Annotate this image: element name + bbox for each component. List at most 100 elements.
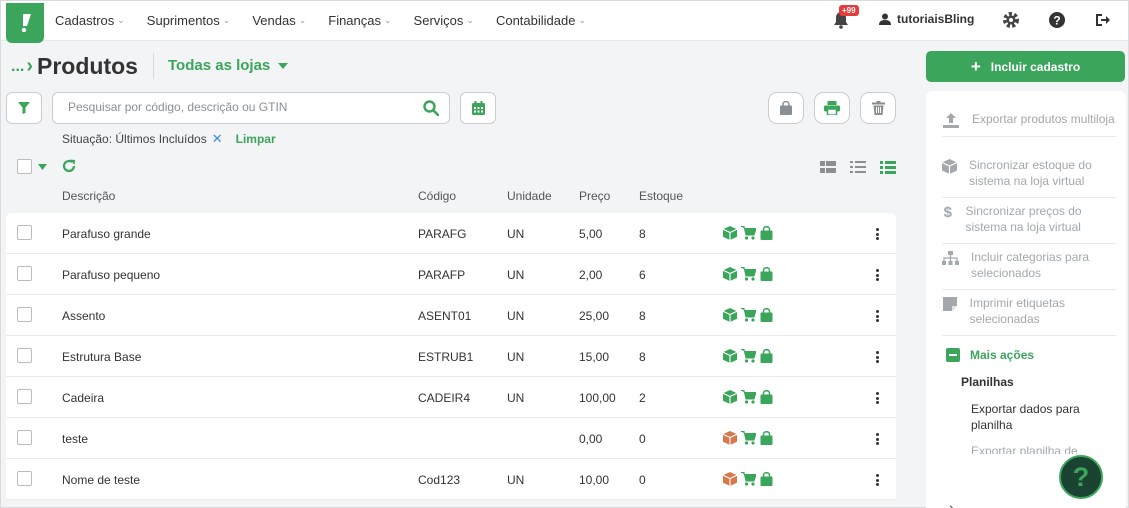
cell-descricao[interactable]: Cadeira xyxy=(62,391,104,405)
menu-cadastros[interactable]: Cadastros ⌄ xyxy=(55,13,125,28)
table-row[interactable]: Cadeira CADEIR4 UN 100,00 2 xyxy=(6,377,896,418)
column-header-descricao[interactable]: Descrição xyxy=(62,189,115,203)
clear-filters-link[interactable]: Limpar xyxy=(236,132,276,146)
action-export-multistore[interactable]: Exportar produtos multiloja xyxy=(942,111,1116,137)
table-row[interactable]: Nome de teste Cod123 UN 10,00 0 xyxy=(6,459,896,500)
cell-descricao[interactable]: Nome de teste xyxy=(62,473,140,487)
action-sync-prices[interactable]: $ Sincronizar preços do sistema na loja … xyxy=(942,203,1116,244)
store-filter-dropdown[interactable]: Todas as lojas xyxy=(168,57,289,74)
more-actions-toggle[interactable]: Mais ações xyxy=(946,348,1034,362)
trash-icon xyxy=(871,101,885,115)
row-checkbox[interactable] xyxy=(17,266,32,281)
menu-label: Contabilidade xyxy=(495,12,576,28)
search-icon[interactable] xyxy=(423,100,439,116)
help-chat-button[interactable]: ? xyxy=(1059,455,1103,499)
row-menu-icon[interactable] xyxy=(872,431,882,447)
shopping-cart-icon xyxy=(741,226,756,240)
search-input[interactable] xyxy=(68,100,408,114)
row-menu-icon[interactable] xyxy=(872,308,882,324)
action-label: Imprimir etiquetas selecionadas xyxy=(969,296,1065,326)
store-filter-label: Todas as lojas xyxy=(168,57,271,74)
action-label: Sincronizar preços do sistema na loja vi… xyxy=(965,204,1082,234)
grid-view-icon[interactable] xyxy=(820,161,836,174)
row-checkbox[interactable] xyxy=(17,307,32,322)
action-print-labels[interactable]: Imprimir etiquetas selecionadas xyxy=(942,295,1116,336)
row-status-icons xyxy=(723,349,773,363)
cell-descricao[interactable]: Estrutura Base xyxy=(62,350,141,364)
column-header-preco[interactable]: Preço xyxy=(579,189,610,203)
print-button[interactable] xyxy=(814,92,850,124)
search-field[interactable] xyxy=(52,92,450,124)
column-header-estoque[interactable]: Estoque xyxy=(639,189,683,203)
shopping-bag-icon xyxy=(760,308,773,322)
export-spreadsheet-2-link[interactable]: Exportar planilha de xyxy=(971,443,1101,454)
table-row[interactable]: Estrutura Base ESTRUB1 UN 15,00 8 xyxy=(6,336,896,377)
spreadsheets-heading: Planilhas xyxy=(961,375,1014,389)
action-include-categories[interactable]: Incluir categorias para selecionados xyxy=(942,249,1116,290)
detailed-list-view-icon[interactable] xyxy=(880,161,896,174)
table-row[interactable]: Parafuso pequeno PARAFP UN 2,00 6 xyxy=(6,254,896,295)
row-menu-icon[interactable] xyxy=(872,472,882,488)
refresh-icon[interactable] xyxy=(62,159,76,173)
chevron-right-icon[interactable]: › xyxy=(949,499,954,508)
action-sync-stock[interactable]: Sincronizar estoque do sistema na loja v… xyxy=(942,157,1116,198)
gear-icon[interactable] xyxy=(1002,11,1020,29)
export-spreadsheet-link[interactable]: Exportar dados para planilha xyxy=(971,401,1101,433)
caret-down-icon[interactable] xyxy=(38,164,47,170)
menu-financas[interactable]: Finanças ⌄ xyxy=(328,13,391,28)
cell-codigo: ASENT01 xyxy=(418,309,472,323)
chevron-down-icon: ⌄ xyxy=(466,14,474,25)
row-menu-icon[interactable] xyxy=(872,226,882,242)
add-product-label: Incluir cadastro xyxy=(990,59,1081,74)
table-row[interactable]: Assento ASENT01 UN 25,00 8 xyxy=(6,295,896,336)
filter-button[interactable] xyxy=(6,92,42,124)
bling-logo[interactable] xyxy=(6,3,44,43)
row-checkbox[interactable] xyxy=(17,225,32,240)
row-status-icons xyxy=(723,308,773,322)
cell-descricao[interactable]: teste xyxy=(62,432,88,446)
stock-box-icon xyxy=(723,390,737,404)
plus-icon: + xyxy=(970,56,981,76)
select-all-checkbox[interactable] xyxy=(17,159,32,174)
cell-codigo: ESTRUB1 xyxy=(418,350,474,364)
menu-label: Finanças xyxy=(328,12,381,28)
remove-filter-icon[interactable]: ✕ xyxy=(212,131,223,147)
row-status-icons xyxy=(723,226,773,240)
row-menu-icon[interactable] xyxy=(872,390,882,406)
cell-descricao[interactable]: Parafuso grande xyxy=(62,227,151,241)
list-view-icon[interactable] xyxy=(850,161,866,174)
row-status-icons xyxy=(723,472,773,486)
delete-button[interactable] xyxy=(860,92,896,124)
column-header-unidade[interactable]: Unidade xyxy=(507,189,552,203)
stock-box-icon xyxy=(723,267,737,281)
user-menu[interactable]: tutoriaisBling xyxy=(879,12,974,26)
caret-down-icon xyxy=(278,62,289,69)
active-filter: Situação: Últimos Incluídos ✕ Limpar xyxy=(62,131,276,147)
table-row[interactable]: Parafuso grande PARAFG UN 5,00 8 xyxy=(6,213,896,254)
menu-suprimentos[interactable]: Suprimentos ⌄ xyxy=(147,13,231,28)
date-filter-button[interactable] xyxy=(460,92,496,124)
row-checkbox[interactable] xyxy=(17,389,32,404)
row-menu-icon[interactable] xyxy=(872,349,882,365)
logout-icon[interactable] xyxy=(1094,11,1112,29)
bag-button[interactable] xyxy=(768,92,804,124)
row-checkbox[interactable] xyxy=(17,430,32,445)
help-circle-icon[interactable]: ? xyxy=(1048,11,1066,29)
action-label: Sincronizar estoque do sistema na loja v… xyxy=(969,158,1092,188)
menu-contabilidade[interactable]: Contabilidade ⌄ xyxy=(496,13,586,28)
cell-estoque: 8 xyxy=(639,309,646,323)
shopping-bag-icon xyxy=(780,101,792,115)
breadcrumb-parent[interactable]: ... xyxy=(11,58,24,76)
cell-descricao[interactable]: Assento xyxy=(62,309,105,323)
add-product-button[interactable]: + Incluir cadastro xyxy=(926,51,1125,82)
column-header-codigo[interactable]: Código xyxy=(418,189,456,203)
cell-descricao[interactable]: Parafuso pequeno xyxy=(62,268,160,282)
row-checkbox[interactable] xyxy=(17,348,32,363)
row-checkbox[interactable] xyxy=(17,471,32,486)
sitemap-icon xyxy=(942,251,959,265)
table-row[interactable]: teste 0,00 0 xyxy=(6,418,896,459)
row-menu-icon[interactable] xyxy=(872,267,882,283)
cell-unidade: UN xyxy=(507,268,525,282)
menu-servicos[interactable]: Serviços ⌄ xyxy=(414,13,474,28)
menu-vendas[interactable]: Vendas ⌄ xyxy=(252,13,306,28)
